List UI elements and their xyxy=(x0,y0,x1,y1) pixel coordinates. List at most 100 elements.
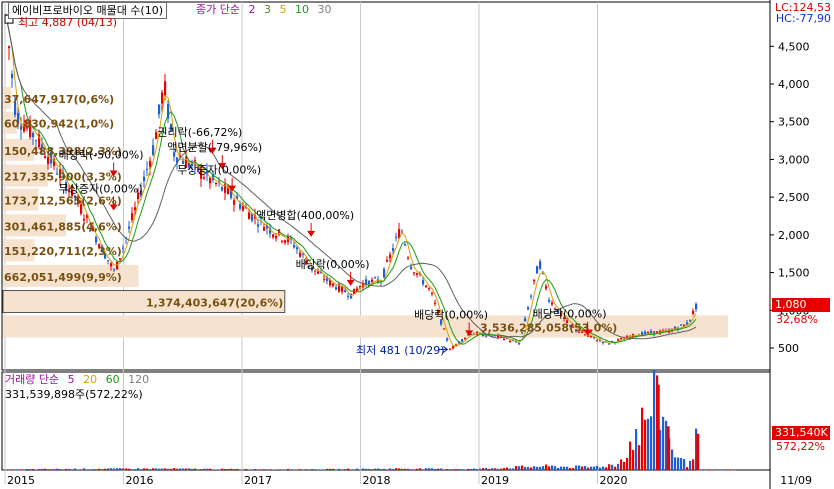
end-date-label: 11/09 xyxy=(780,474,812,487)
candle-body xyxy=(233,200,236,205)
volume-profile-label: 60,830,942(1,0%) xyxy=(4,118,114,131)
volume-profile-label: 301,461,885(4,6%) xyxy=(4,220,122,233)
x-tick-label: 2018 xyxy=(363,474,391,487)
candle-body xyxy=(584,334,587,336)
x-tick-label: 2020 xyxy=(600,474,628,487)
volume-bar xyxy=(29,469,32,470)
volume-bar xyxy=(299,469,302,470)
volume-bar xyxy=(14,470,17,471)
volume-bar xyxy=(602,466,605,470)
candle-body xyxy=(518,343,521,345)
volume-bar xyxy=(527,467,530,470)
candle-body xyxy=(116,261,119,270)
candle-body xyxy=(428,288,431,290)
candle-body xyxy=(461,339,464,342)
candle-body xyxy=(275,235,278,239)
volume-bar xyxy=(581,466,584,470)
volume-bar xyxy=(491,468,494,470)
candle-body xyxy=(455,344,458,346)
volume-bar xyxy=(95,469,98,470)
volume-bar xyxy=(605,467,608,470)
volume-profile-label: 1,374,403,647(20,6%) xyxy=(146,297,283,310)
volume-bar xyxy=(8,470,11,471)
volume-bar xyxy=(587,467,590,470)
candle-body xyxy=(434,302,437,304)
volume-bar xyxy=(26,469,29,470)
volume-bar xyxy=(188,468,191,470)
candle-body xyxy=(209,178,212,184)
candle-body xyxy=(164,81,167,96)
candle-body xyxy=(452,346,455,349)
candle-body xyxy=(293,244,296,248)
volume-bar xyxy=(548,466,551,470)
volume-bar xyxy=(734,470,737,471)
volume-bar xyxy=(728,470,731,471)
volume-bar xyxy=(233,469,236,470)
volume-bar xyxy=(170,468,173,470)
candle-body xyxy=(602,341,605,344)
volume-bar xyxy=(392,469,395,470)
volume-bar xyxy=(407,468,410,470)
volume-summary: 331,539,898주(572,22%) xyxy=(5,388,143,401)
volume-spike-bar xyxy=(656,384,660,470)
candle-body xyxy=(110,263,113,267)
volume-bar xyxy=(332,468,335,470)
volume-bar xyxy=(617,463,620,470)
volume-bar xyxy=(347,468,350,470)
volume-bar xyxy=(50,469,53,470)
volume-bar xyxy=(722,470,725,471)
volume-bar xyxy=(533,466,536,470)
volume-bar xyxy=(395,468,398,470)
volume-bar xyxy=(47,469,50,470)
x-tick-label: 2017 xyxy=(244,474,272,487)
volume-bar xyxy=(230,468,233,470)
volume-bar xyxy=(719,470,722,471)
volume-bar xyxy=(83,468,86,470)
candle-body xyxy=(587,335,590,337)
volume-bar xyxy=(326,468,329,470)
volume-bar xyxy=(77,469,80,470)
candle-body xyxy=(374,277,377,279)
candle-body xyxy=(407,257,410,259)
volume-bar xyxy=(683,459,686,470)
volume-bar xyxy=(248,469,251,471)
candle-body xyxy=(449,349,452,351)
candle-body xyxy=(257,224,260,227)
volume-bar xyxy=(521,465,524,470)
volume-bar xyxy=(344,468,347,470)
volume-bar xyxy=(89,469,92,470)
candle-body xyxy=(422,280,425,285)
volume-bar xyxy=(515,466,518,470)
volume-bar xyxy=(236,468,239,470)
volume-bar xyxy=(404,468,407,470)
min-price-note: 최저 481 (10/29) xyxy=(356,344,445,357)
volume-bar xyxy=(599,467,602,470)
y-tick-label: 4,500 xyxy=(778,40,810,53)
candle-body xyxy=(143,176,146,181)
volume-bar xyxy=(674,457,677,470)
volume-bar xyxy=(398,468,401,470)
candle-body xyxy=(47,157,50,165)
volume-bar xyxy=(110,468,113,470)
y-tick-label: 2,500 xyxy=(778,191,810,204)
volume-bar xyxy=(275,469,278,471)
stock-chart[interactable]: 5001,0001,5002,0002,5003,0003,5004,0004,… xyxy=(0,0,834,489)
candle-body xyxy=(332,283,335,286)
vma-120: 120 xyxy=(128,373,150,386)
volume-bar xyxy=(725,470,728,471)
volume-bar xyxy=(209,468,212,470)
volume-bar xyxy=(278,469,281,470)
volume-bar xyxy=(512,468,515,470)
volume-bar xyxy=(86,469,89,470)
event-label: 배당락(0,00%) xyxy=(414,308,488,321)
volume-bar xyxy=(464,469,467,470)
volume-bar xyxy=(35,469,38,471)
volume-bar xyxy=(38,468,41,470)
volume-bar xyxy=(566,466,569,470)
volume-bar xyxy=(644,419,647,470)
candle-body xyxy=(527,307,530,310)
volume-bar xyxy=(470,468,473,470)
volume-bar xyxy=(410,469,413,470)
volume-bar xyxy=(647,418,650,470)
candle-body xyxy=(194,160,197,162)
